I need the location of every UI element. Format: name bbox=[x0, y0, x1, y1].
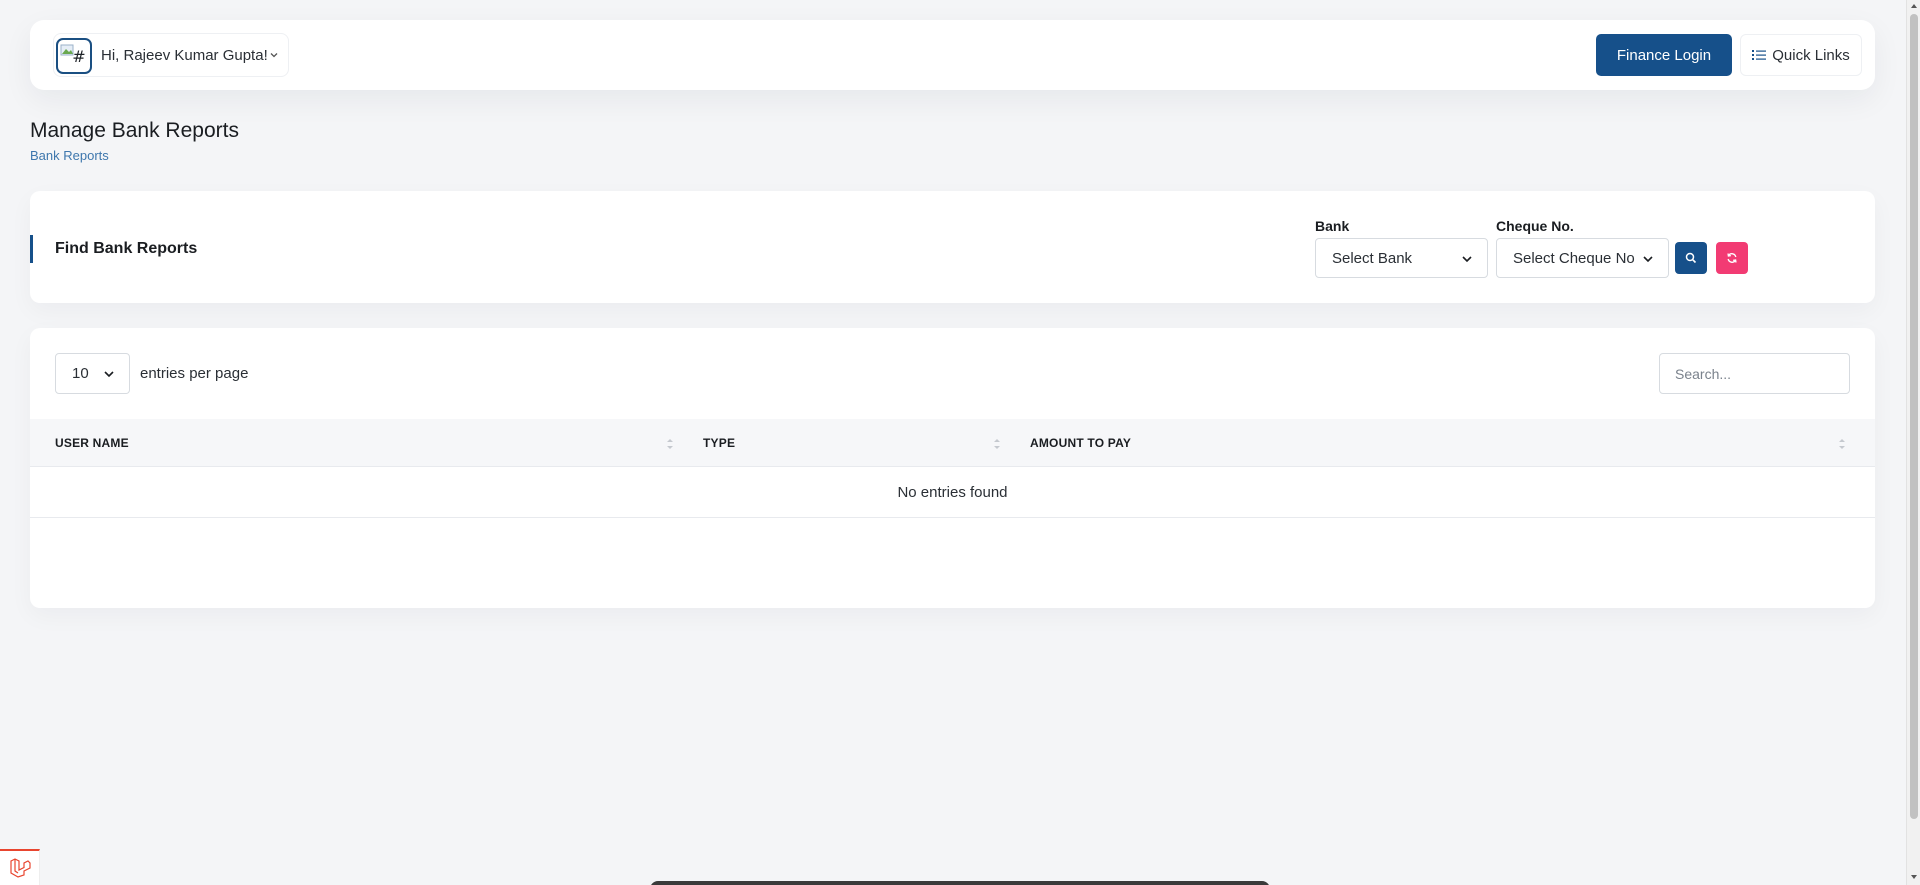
scrollbar-thumb[interactable] bbox=[1910, 14, 1918, 819]
chevron-down-icon bbox=[1643, 256, 1653, 263]
column-header-type[interactable]: TYPE bbox=[703, 419, 735, 467]
laravel-debugbar-tab[interactable] bbox=[0, 849, 40, 885]
quick-links-button[interactable]: Quick Links bbox=[1740, 34, 1862, 76]
page-title: Manage Bank Reports bbox=[30, 119, 239, 142]
sort-icon[interactable] bbox=[665, 436, 675, 452]
empty-message: No entries found bbox=[897, 484, 1008, 501]
refresh-icon bbox=[1727, 253, 1737, 263]
quick-links-label: Quick Links bbox=[1772, 46, 1850, 64]
filter-title: Find Bank Reports bbox=[55, 240, 198, 257]
broken-image-icon bbox=[60, 44, 74, 56]
bank-label: Bank bbox=[1315, 218, 1350, 234]
sort-icon[interactable] bbox=[992, 436, 1002, 452]
table-header: USER NAME TYPE AMOUNT TO PAY bbox=[30, 419, 1875, 467]
user-greeting: Hi, Rajeev Kumar Gupta! bbox=[101, 46, 268, 64]
vertical-scrollbar[interactable] bbox=[1906, 0, 1920, 885]
table-search-input[interactable] bbox=[1659, 353, 1850, 394]
table-empty-row: No entries found bbox=[30, 468, 1875, 518]
cheque-select[interactable]: Select Cheque No bbox=[1496, 238, 1669, 278]
page: # Hi, Rajeev Kumar Gupta! Finance Login … bbox=[0, 0, 1906, 885]
scroll-down-icon[interactable] bbox=[1910, 873, 1918, 881]
column-header-user-name[interactable]: USER NAME bbox=[55, 419, 129, 467]
chevron-down-icon bbox=[104, 371, 114, 378]
bottom-toolbar bbox=[650, 881, 1270, 885]
filter-card: Find Bank Reports Bank Select Bank Chequ… bbox=[30, 191, 1875, 303]
cheque-label: Cheque No. bbox=[1496, 218, 1574, 234]
reports-table-card: 10 entries per page USER NAME TYPE AMOUN… bbox=[30, 328, 1875, 608]
list-icon bbox=[1752, 50, 1767, 60]
chevron-down-icon bbox=[1462, 256, 1472, 263]
filter-accent-bar bbox=[30, 235, 33, 263]
top-header: # Hi, Rajeev Kumar Gupta! Finance Login … bbox=[30, 20, 1875, 90]
scroll-up-icon[interactable] bbox=[1910, 2, 1918, 10]
column-header-amount-to-pay[interactable]: AMOUNT TO PAY bbox=[1030, 419, 1131, 467]
entries-per-page-label: entries per page bbox=[140, 365, 249, 382]
entries-per-page-select[interactable]: 10 bbox=[55, 353, 130, 394]
entries-per-page-value: 10 bbox=[72, 365, 89, 382]
cheque-select-value: Select Cheque No bbox=[1513, 249, 1635, 267]
search-button[interactable] bbox=[1675, 242, 1707, 274]
avatar: # bbox=[56, 38, 92, 74]
chevron-down-icon bbox=[270, 53, 278, 58]
user-menu[interactable]: # Hi, Rajeev Kumar Gupta! bbox=[53, 33, 289, 77]
laravel-icon bbox=[9, 858, 31, 878]
reset-button[interactable] bbox=[1716, 242, 1748, 274]
search-icon bbox=[1685, 252, 1697, 264]
bank-select[interactable]: Select Bank bbox=[1315, 238, 1488, 278]
bank-select-value: Select Bank bbox=[1332, 249, 1413, 267]
finance-login-button[interactable]: Finance Login bbox=[1596, 34, 1732, 76]
sort-icon[interactable] bbox=[1837, 436, 1847, 452]
breadcrumb[interactable]: Bank Reports bbox=[30, 148, 109, 163]
